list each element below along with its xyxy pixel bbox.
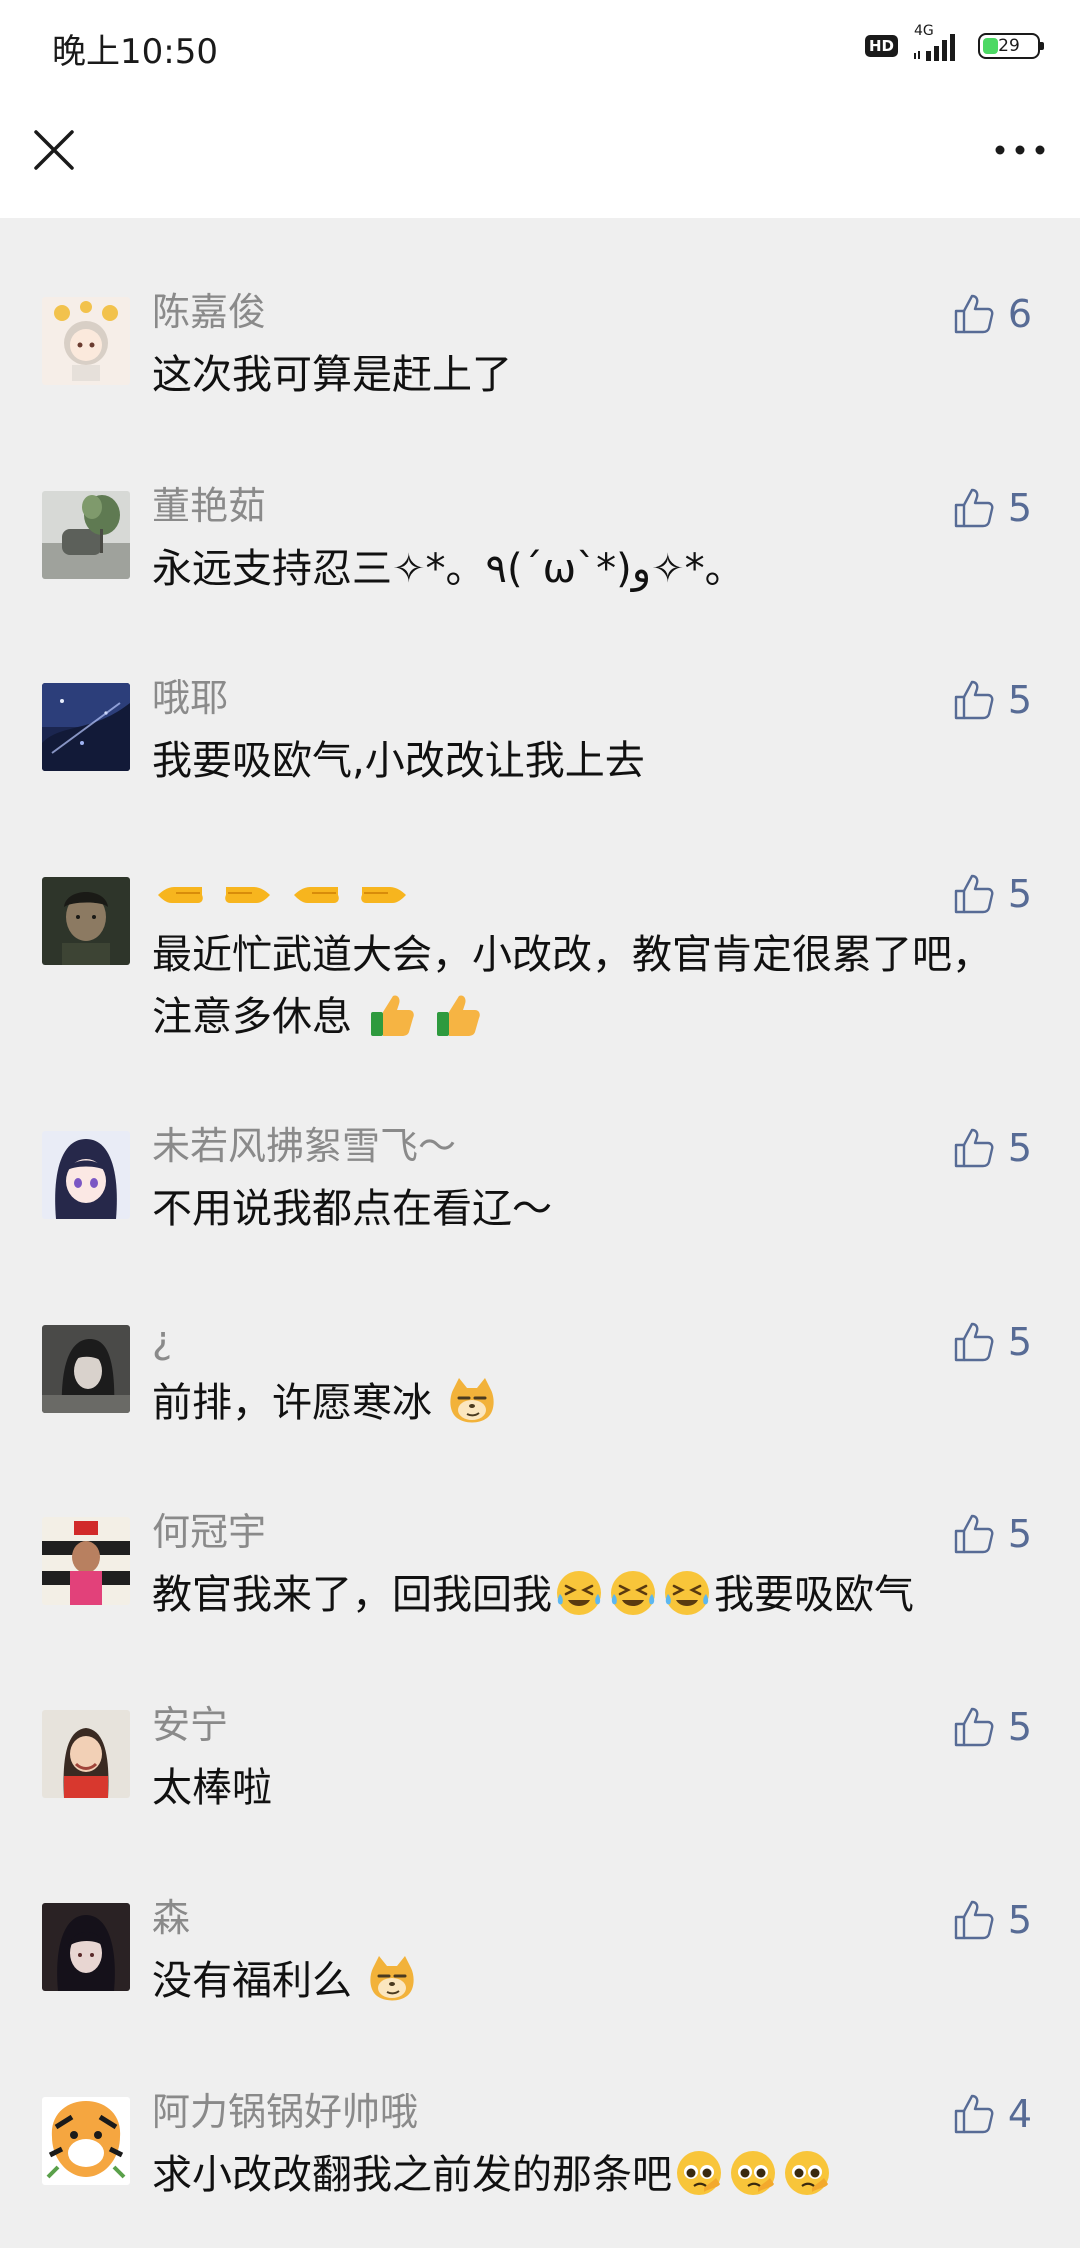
point-right-emoji-icon — [361, 887, 407, 903]
commenter-name[interactable]: 哦耶 — [152, 674, 228, 722]
commenter-name[interactable]: 何冠宇 — [152, 1508, 266, 1556]
pleading-face-emoji-icon — [677, 2151, 721, 2195]
pleading-face-emoji-icon — [731, 2151, 775, 2195]
avatar[interactable] — [42, 877, 130, 965]
comment-text-body: 求小改改翻我之前发的那条吧 — [152, 2152, 672, 2198]
like-button[interactable]: 5 — [952, 1124, 1032, 1172]
comment-text-body: 前排，许愿寒冰 — [152, 1380, 432, 1426]
nav-bar — [0, 88, 1080, 218]
thumbs-up-icon — [954, 1707, 994, 1747]
like-count: 5 — [1007, 1320, 1032, 1364]
like-count: 5 — [1007, 1705, 1032, 1749]
point-left-emoji-icon — [158, 887, 203, 903]
battery-icon: 29 — [978, 33, 1044, 59]
thumbs-up-icon — [954, 874, 994, 914]
like-count: 4 — [1007, 2092, 1032, 2136]
comment-text-part-b: 我要吸欧气 — [714, 1572, 914, 1618]
crying-laugh-emoji-icon — [665, 1571, 709, 1615]
comment-text: 太棒啦 — [152, 1757, 1012, 1819]
like-count: 5 — [1007, 872, 1032, 916]
comment-text: 最近忙武道大会，小改改，教官肯定很累了吧，注意多休息 — [152, 924, 1012, 1048]
comment-text-body: 不用说我都点在看辽～ — [152, 1186, 552, 1232]
thumbs-up-icon — [954, 1128, 994, 1168]
more-button[interactable] — [990, 126, 1050, 174]
network-type-label: 4G — [914, 23, 934, 39]
thumbs-up-icon — [954, 1322, 994, 1362]
like-count: 5 — [1007, 678, 1032, 722]
avatar[interactable] — [42, 491, 130, 579]
close-button[interactable] — [30, 126, 78, 174]
commenter-name[interactable]: 董艳茹 — [152, 482, 266, 530]
avatar[interactable] — [42, 297, 130, 385]
comment-text: 求小改改翻我之前发的那条吧 — [152, 2144, 1012, 2206]
avatar[interactable] — [42, 1517, 130, 1605]
status-indicators: HD 4G 29 — [864, 23, 1044, 66]
comment-text-body: 最近忙武道大会，小改改，教官肯定很累了吧，注意多休息 — [152, 932, 992, 1040]
like-button[interactable]: 5 — [952, 870, 1032, 918]
avatar[interactable] — [42, 1710, 130, 1798]
close-icon — [34, 130, 74, 170]
comment-text-body: 我要吸欧气,小改改让我上去 — [152, 738, 645, 784]
like-count: 5 — [1007, 1126, 1032, 1170]
signal-icon: 4G — [912, 23, 964, 61]
thumbs-up-emoji-icon — [437, 995, 481, 1036]
thumbs-up-icon — [954, 680, 994, 720]
thumbs-up-emoji-icon — [370, 995, 414, 1036]
status-time: 晚上10:50 — [52, 32, 218, 72]
commenter-name[interactable]: 森 — [152, 1894, 190, 1942]
avatar[interactable] — [42, 1325, 130, 1413]
like-count: 5 — [1007, 486, 1032, 530]
thumbs-up-icon — [954, 2094, 994, 2134]
thumbs-up-icon — [954, 294, 994, 334]
comment-text-body: 没有福利么 — [152, 1958, 352, 2004]
hd-icon: HD — [864, 35, 898, 57]
avatar[interactable] — [42, 2097, 130, 2185]
more-dots-icon — [995, 145, 1045, 155]
comment-text-body: 这次我可算是赶上了 — [152, 352, 512, 398]
thumbs-up-icon — [954, 1514, 994, 1554]
like-count: 6 — [1007, 292, 1032, 336]
comment-text: 这次我可算是赶上了 — [152, 344, 1012, 406]
commenter-name[interactable]: ¿ — [152, 1316, 172, 1364]
battery-tip — [1040, 42, 1044, 50]
pleading-face-emoji-icon — [785, 2151, 829, 2195]
like-button[interactable]: 5 — [952, 1318, 1032, 1366]
thumbs-up-icon — [954, 1900, 994, 1940]
comment-text: 不用说我都点在看辽～ — [152, 1178, 1012, 1240]
crying-laugh-emoji-icon — [611, 1571, 655, 1615]
comment-text: 没有福利么 — [152, 1950, 1012, 2012]
crying-laugh-emoji-icon — [557, 1571, 601, 1615]
like-button[interactable]: 5 — [952, 1896, 1032, 1944]
comment-text: 教官我来了，回我回我 我要吸欧气 — [152, 1564, 1012, 1626]
like-button[interactable]: 6 — [952, 290, 1032, 338]
status-bar: 晚上10:50 HD 4G 29 — [0, 0, 1080, 88]
battery-level: 29 — [998, 36, 1020, 56]
comment-text-body: 太棒啦 — [152, 1765, 272, 1811]
avatar[interactable] — [42, 683, 130, 771]
comment-text-body: 永远支持忍三✧*。٩(ˊωˋ*)و✧*。 — [152, 546, 745, 592]
point-left-emoji-icon — [294, 887, 339, 903]
commenter-name[interactable]: 未若风拂絮雪飞～ — [152, 1122, 456, 1170]
smug-doge-emoji-icon — [370, 1956, 414, 2001]
comment-text: 我要吸欧气,小改改让我上去 — [152, 730, 1012, 792]
thumbs-up-icon — [954, 488, 994, 528]
avatar[interactable] — [42, 1131, 130, 1219]
commenter-name[interactable]: 阿力锅锅好帅哦 — [152, 2088, 418, 2136]
comment-text: 永远支持忍三✧*。٩(ˊωˋ*)و✧*。 — [152, 538, 1012, 600]
like-button[interactable]: 5 — [952, 484, 1032, 532]
commenter-name[interactable]: 陈嘉俊 — [152, 288, 266, 336]
point-right-emoji-icon — [225, 887, 271, 903]
commenter-name[interactable]: 安宁 — [152, 1701, 228, 1749]
like-count: 5 — [1007, 1512, 1032, 1556]
like-button[interactable]: 5 — [952, 1703, 1032, 1751]
comment-text: 前排，许愿寒冰 — [152, 1372, 1012, 1434]
like-button[interactable]: 4 — [952, 2090, 1032, 2138]
comment-text-part-a: 教官我来了，回我回我 — [152, 1572, 552, 1618]
smug-doge-emoji-icon — [450, 1378, 494, 1423]
avatar[interactable] — [42, 1903, 130, 1991]
like-button[interactable]: 5 — [952, 1510, 1032, 1558]
like-count: 5 — [1007, 1898, 1032, 1942]
like-button[interactable]: 5 — [952, 676, 1032, 724]
commenter-name[interactable] — [152, 868, 412, 916]
